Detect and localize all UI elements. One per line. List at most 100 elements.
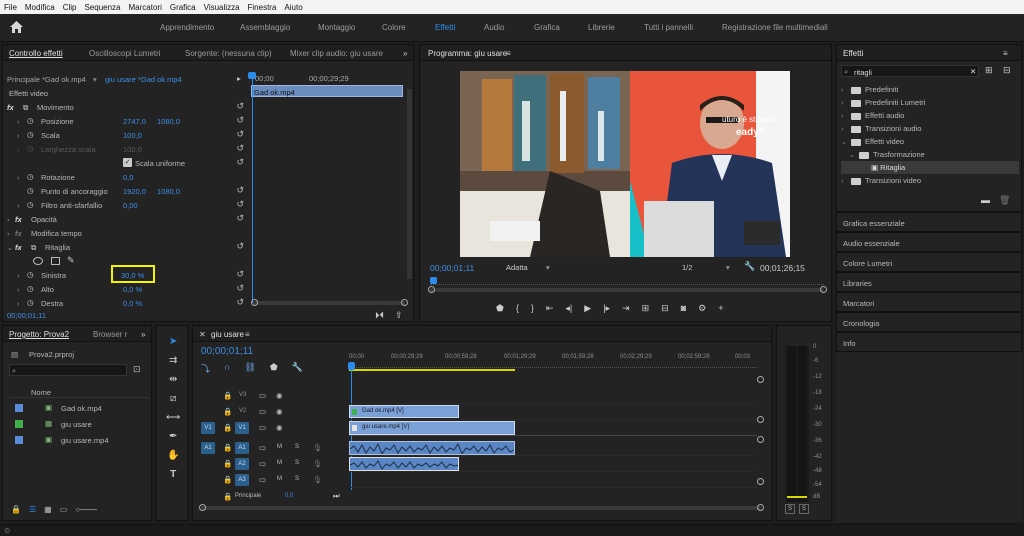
tree-item[interactable]: › Transizioni video bbox=[841, 174, 1019, 187]
ws-registrazione[interactable]: Registrazione file multimediali bbox=[722, 23, 828, 32]
lane-a3[interactable] bbox=[349, 472, 757, 488]
ws-assemblaggio[interactable]: Assemblaggio bbox=[240, 23, 290, 32]
icon-view-icon[interactable]: ▦ bbox=[44, 505, 52, 514]
insert-icon[interactable]: ⊞ bbox=[642, 303, 650, 314]
ritaglia-label[interactable]: Ritaglia bbox=[45, 243, 70, 252]
effects-search-field[interactable]: ⌕ ritagli ✕ bbox=[841, 65, 979, 77]
reset-icon[interactable]: ↺ bbox=[236, 101, 244, 112]
mic-icon[interactable]: 🎙 bbox=[313, 459, 323, 468]
ec-zoom-scrollbar[interactable] bbox=[253, 301, 405, 305]
panel-audio-essenziale[interactable]: Audio essenziale bbox=[836, 232, 1022, 252]
track-target-a2[interactable]: A2 bbox=[235, 458, 249, 470]
program-playhead[interactable] bbox=[430, 277, 437, 284]
trash-icon[interactable]: 🗑 bbox=[999, 195, 1010, 206]
lock-icon[interactable]: 🔒 bbox=[223, 459, 232, 468]
step-back-icon[interactable]: ◂| bbox=[565, 303, 572, 314]
go-to-in-icon[interactable]: ⇤ bbox=[546, 303, 554, 314]
go-to-out-icon[interactable]: ⇥ bbox=[622, 303, 630, 314]
chevron-down-icon[interactable]: ⌄ bbox=[7, 243, 13, 252]
pen-tool-icon[interactable]: ✒ bbox=[166, 431, 180, 442]
fit-dropdown[interactable]: Adatta bbox=[506, 263, 528, 272]
ec-scrollbar[interactable] bbox=[407, 89, 412, 279]
chevron-right-icon[interactable]: › bbox=[17, 173, 20, 182]
reset-icon[interactable]: ↺ bbox=[236, 185, 244, 196]
menu-modifica[interactable]: Modifica bbox=[21, 3, 59, 12]
chevron-down-icon[interactable]: ▾ bbox=[726, 263, 730, 272]
export-icon[interactable]: ⇪ bbox=[395, 310, 403, 321]
reset-icon[interactable]: ↺ bbox=[236, 213, 244, 224]
snap-icon[interactable]: ∩ bbox=[224, 362, 230, 375]
menu-aiuto[interactable]: Aiuto bbox=[280, 3, 306, 12]
program-monitor-title[interactable]: Programma: giu usare bbox=[428, 49, 507, 58]
filtro-value[interactable]: 0,00 bbox=[123, 201, 138, 210]
menu-visualizza[interactable]: Visualizza bbox=[200, 3, 244, 12]
project-item[interactable]: ▣ Gad ok.mp4 bbox=[9, 402, 149, 416]
sync-lock-icon[interactable]: ▭ bbox=[259, 443, 266, 452]
mic-icon[interactable]: 🎙 bbox=[313, 443, 323, 452]
panel-expand-button[interactable]: » bbox=[403, 49, 407, 58]
ancoraggio-x-value[interactable]: 1920,0 bbox=[123, 187, 146, 196]
close-icon[interactable]: ✕ bbox=[199, 330, 206, 339]
reset-icon[interactable]: ↺ bbox=[236, 283, 244, 294]
stopwatch-icon[interactable]: ◷ bbox=[27, 172, 34, 181]
menu-sequenza[interactable]: Sequenza bbox=[80, 3, 124, 12]
project-item[interactable]: ▦ giu usare bbox=[9, 418, 149, 432]
scroll-handle[interactable] bbox=[757, 376, 764, 383]
scroll-handle[interactable] bbox=[199, 504, 206, 511]
rotazione-value[interactable]: 0,0 bbox=[123, 173, 133, 182]
tab-mixer-clip[interactable]: Mixer clip audio: giu usare bbox=[290, 49, 383, 58]
timeline-timecode[interactable]: 00;00;01;11 bbox=[201, 346, 253, 357]
lock-icon[interactable]: 🔒 bbox=[223, 475, 232, 484]
stopwatch-icon[interactable]: ◷ bbox=[27, 284, 34, 293]
tab-progetto[interactable]: Progetto: Prova2 bbox=[9, 330, 69, 339]
timeline-scrollbar[interactable] bbox=[201, 506, 761, 510]
ws-colore[interactable]: Colore bbox=[382, 23, 406, 32]
lock-icon[interactable]: 🔒 bbox=[223, 391, 232, 400]
stopwatch-icon[interactable]: ◷ bbox=[27, 298, 34, 307]
ec-timecode[interactable]: 00;00;01;11 bbox=[7, 311, 46, 320]
track-target-a1[interactable]: A1 bbox=[235, 442, 249, 454]
dropdown-arrow-icon[interactable]: ▾ bbox=[93, 75, 97, 84]
chevron-right-icon[interactable]: › bbox=[17, 131, 20, 140]
menu-marcatori[interactable]: Marcatori bbox=[125, 3, 166, 12]
program-video-frame[interactable]: uturo è straordi eady? bbox=[460, 71, 790, 257]
tree-item[interactable]: › Transizioni audio bbox=[841, 122, 1019, 135]
sequence-clip-link[interactable]: giu usare *Gad ok.mp4 bbox=[105, 75, 182, 84]
reset-icon[interactable]: ↺ bbox=[236, 199, 244, 210]
panel-libraries[interactable]: Libraries bbox=[836, 272, 1022, 292]
menu-clip[interactable]: Clip bbox=[59, 3, 81, 12]
pen-mask-icon[interactable]: ✎ bbox=[67, 255, 75, 266]
reset-icon[interactable]: ↺ bbox=[236, 269, 244, 280]
reset-icon[interactable]: ↺ bbox=[236, 157, 244, 168]
search-input[interactable]: ritagli bbox=[854, 68, 872, 77]
menu-finestra[interactable]: Finestra bbox=[244, 3, 281, 12]
posizione-y-value[interactable]: 1080,0 bbox=[157, 117, 180, 126]
sync-lock-icon[interactable]: ▭ bbox=[259, 391, 266, 400]
timeline-ruler[interactable]: 00;00 00;00;29;29 00;00;59;28 00;01;29;2… bbox=[349, 352, 757, 372]
program-timecode[interactable]: 00;00;01;11 bbox=[430, 263, 474, 273]
scala-uniforme-checkbox[interactable]: ✓ bbox=[123, 158, 132, 167]
tab-sorgente[interactable]: Sorgente: (nessuna clip) bbox=[185, 49, 272, 58]
movimento-label[interactable]: Movimento bbox=[37, 103, 74, 112]
eye-icon[interactable]: ◉ bbox=[276, 391, 283, 400]
panel-grafica-essenziale[interactable]: Grafica essenziale bbox=[836, 212, 1022, 232]
play-icon[interactable]: ▶ bbox=[584, 303, 591, 314]
mute-button[interactable]: M bbox=[277, 476, 282, 482]
tree-item[interactable]: › Predefiniti bbox=[841, 83, 1019, 96]
sinistra-value[interactable]: 30,0 % bbox=[121, 271, 144, 280]
modifica-tempo-label[interactable]: Modifica tempo bbox=[31, 229, 82, 238]
ws-tutti-pannelli[interactable]: Tutti i pannelli bbox=[644, 23, 693, 32]
timeline-playhead-handle[interactable] bbox=[348, 362, 355, 370]
ancoraggio-y-value[interactable]: 1080,0 bbox=[157, 187, 180, 196]
selection-tool-icon[interactable]: ➤ bbox=[166, 336, 180, 347]
slip-tool-icon[interactable]: ⟷ bbox=[166, 412, 180, 423]
clip-gad-ok-v[interactable]: Gad ok.mp4 [V] bbox=[349, 405, 459, 418]
master-volume-value[interactable]: 0,0 bbox=[285, 493, 293, 499]
posizione-x-value[interactable]: 2747,0 bbox=[123, 117, 146, 126]
clip-audio-a2[interactable] bbox=[349, 457, 459, 471]
reset-icon[interactable]: ↺ bbox=[236, 297, 244, 308]
zoom-slider[interactable]: ○─── bbox=[75, 505, 97, 514]
lock-icon[interactable]: 🔒 bbox=[223, 423, 232, 432]
ec-zoom-handle[interactable] bbox=[251, 299, 258, 306]
source-patch-a1[interactable]: A1 bbox=[201, 442, 215, 454]
